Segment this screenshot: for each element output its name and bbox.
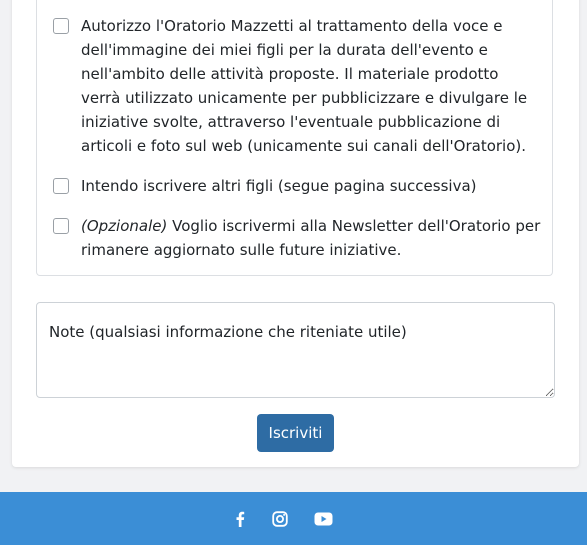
facebook-icon[interactable] [230, 510, 250, 528]
newsletter-checkbox[interactable] [53, 218, 69, 234]
instagram-icon[interactable] [270, 510, 290, 528]
consent-section: Autorizzo l'Oratorio Mazzetti al trattam… [36, 0, 553, 276]
consent-media-checkbox[interactable] [53, 18, 69, 34]
notes-textarea[interactable] [36, 302, 555, 398]
consent-media-label: Autorizzo l'Oratorio Mazzetti al trattam… [81, 17, 528, 155]
youtube-icon[interactable] [313, 510, 333, 528]
footer [0, 492, 587, 545]
submit-button[interactable]: Iscriviti [257, 414, 334, 452]
optional-tag: (Opzionale) [81, 217, 168, 235]
other-children-checkbox[interactable] [53, 178, 69, 194]
other-children-label: Intendo iscrivere altri figli (segue pag… [81, 177, 477, 195]
newsletter-label: (Opzionale) Voglio iscrivermi alla Newsl… [81, 214, 541, 262]
